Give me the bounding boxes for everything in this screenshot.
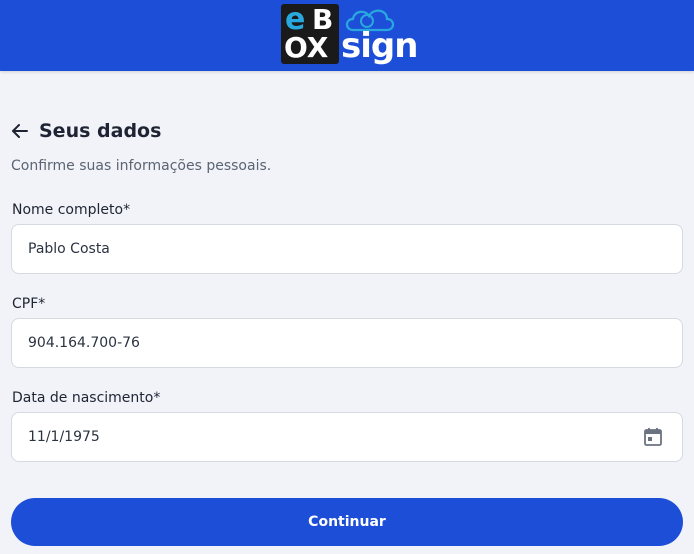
birth-date-label: Data de nascimento*	[12, 390, 161, 406]
logo-word-sign: sign	[341, 26, 418, 66]
page-title: Seus dados	[39, 120, 162, 142]
cpf-value: 904.164.700-76	[28, 335, 140, 351]
birth-date-value: 11/1/1975	[28, 429, 100, 445]
full-name-label: Nome completo*	[12, 202, 131, 218]
back-button[interactable]	[10, 121, 30, 141]
app-header: e B OX sign	[0, 0, 694, 71]
full-name-value: Pablo Costa	[28, 241, 110, 257]
calendar-icon[interactable]	[642, 426, 664, 448]
cpf-field[interactable]: 904.164.700-76	[11, 318, 683, 368]
cpf-label: CPF*	[12, 296, 46, 312]
page-subtitle: Confirme suas informações pessoais.	[11, 158, 272, 174]
ebox-sign-logo: e B OX sign	[281, 2, 418, 68]
logo-mark: e B OX	[281, 2, 339, 64]
continue-button[interactable]: Continuar	[11, 498, 683, 546]
logo-letters-ox: OX	[284, 31, 329, 64]
birth-date-field[interactable]: 11/1/1975	[11, 412, 683, 462]
full-name-field[interactable]: Pablo Costa	[11, 224, 683, 274]
arrow-left-icon	[12, 124, 28, 138]
